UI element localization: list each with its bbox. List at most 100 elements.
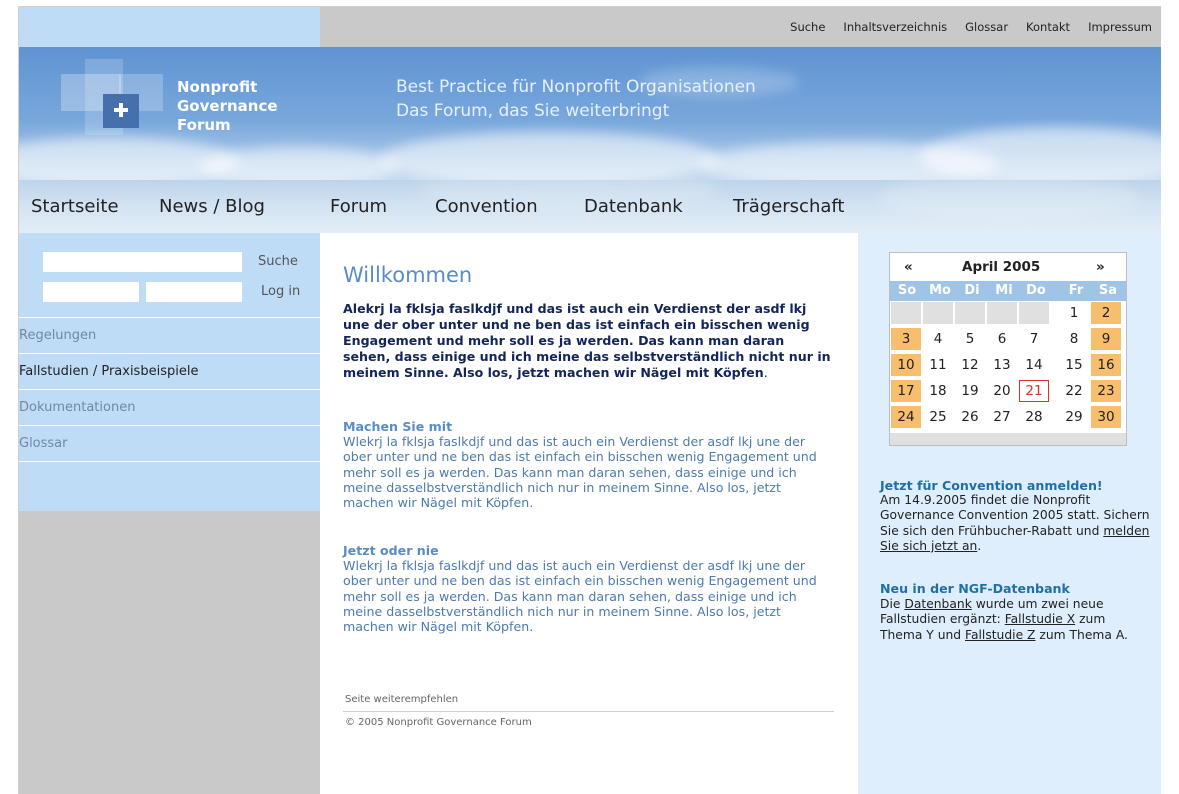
calendar-day[interactable]: 22	[1059, 380, 1089, 402]
weekday-label: Mo	[929, 283, 951, 298]
footer-divider	[343, 711, 834, 712]
sidebar-item-label: Fallstudien / Praxisbeispiele	[19, 364, 199, 379]
utility-link-kontakt[interactable]: Kontakt	[1026, 20, 1070, 34]
utility-nav: Suche Inhaltsverzeichnis Glossar Kontakt…	[320, 7, 1161, 47]
news-link[interactable]: Datenbank	[904, 597, 971, 611]
sidebar-item-fallstudien[interactable]: Fallstudien / Praxisbeispiele	[19, 353, 320, 390]
sidebar-item-dokumentationen[interactable]: Dokumentationen	[19, 389, 320, 426]
nav-item-convention[interactable]: Convention	[435, 196, 538, 217]
calendar-day[interactable]: 15	[1059, 354, 1089, 376]
username-field[interactable]	[43, 282, 139, 302]
calendar-day[interactable]: 19	[955, 380, 985, 402]
nav-item-news-blog[interactable]: News / Blog	[159, 196, 265, 217]
calendar-day[interactable]: 11	[923, 354, 953, 376]
page-frame: Suche Inhaltsverzeichnis Glossar Kontakt…	[18, 6, 1161, 794]
calendar: « April 2005 » So Mo Di Mi Do Fr Sa 1234…	[889, 252, 1127, 446]
calendar-day[interactable]: 5	[955, 328, 985, 350]
news-link[interactable]: Fallstudie X	[1005, 612, 1075, 626]
sidebar: Suche Log in Regelungen Fallstudien / Pr…	[19, 233, 320, 794]
calendar-day[interactable]: 20	[987, 380, 1017, 402]
sidebar-item-regelungen[interactable]: Regelungen	[19, 317, 320, 354]
utility-link-suche[interactable]: Suche	[790, 20, 825, 34]
news-text-part: zum Thema A.	[1035, 627, 1128, 642]
calendar-day[interactable]: 9	[1091, 328, 1121, 350]
calendar-header: « April 2005 »	[890, 253, 1126, 281]
section-heading-machen-sie-mit: Machen Sie mit	[343, 419, 453, 434]
calendar-day[interactable]: 16	[1091, 354, 1121, 376]
news-heading-datenbank[interactable]: Neu in der NGF-Datenbank	[880, 581, 1070, 596]
recommend-link[interactable]: Seite weiterempfehlen	[345, 694, 458, 705]
calendar-footer	[890, 433, 1126, 445]
calendar-day[interactable]: 13	[987, 354, 1017, 376]
calendar-empty-cell	[955, 302, 985, 324]
nav-item-datenbank[interactable]: Datenbank	[584, 196, 683, 217]
news-text-convention: Am 14.9.2005 findet die Nonprofit Govern…	[880, 493, 1150, 554]
calendar-weekday-row: So Mo Di Mi Do Fr Sa	[890, 281, 1126, 301]
logo-text: Nonprofit Governance Forum	[177, 78, 278, 135]
logo-line-1: Nonprofit	[177, 78, 258, 96]
nav-item-startseite[interactable]: Startseite	[31, 196, 119, 217]
sidebar-item-glossar[interactable]: Glossar	[19, 425, 320, 462]
page-title: Willkommen	[343, 263, 473, 287]
search-input[interactable]	[43, 252, 242, 272]
calendar-day[interactable]: 4	[923, 328, 953, 350]
calendar-empty-cell	[891, 302, 921, 324]
calendar-day[interactable]: 12	[955, 354, 985, 376]
calendar-day[interactable]: 3	[891, 328, 921, 350]
nav-item-forum[interactable]: Forum	[330, 196, 387, 217]
sidebar-item-label: Regelungen	[19, 328, 97, 343]
nav-item-traegerschaft[interactable]: Trägerschaft	[733, 196, 844, 217]
calendar-day[interactable]: 8	[1059, 328, 1089, 350]
news-link[interactable]: Fallstudie Z	[965, 628, 1035, 642]
calendar-day[interactable]: 14	[1019, 354, 1049, 376]
calendar-day[interactable]: 28	[1019, 406, 1049, 428]
password-field[interactable]	[146, 282, 242, 302]
calendar-next-button[interactable]: »	[1096, 259, 1105, 275]
copyright: © 2005 Nonprofit Governance Forum	[345, 717, 532, 728]
news-heading-convention[interactable]: Jetzt für Convention anmelden!	[880, 478, 1103, 493]
section-text-machen-sie-mit: Wlekrj la fklsja faslkdjf und das ist au…	[343, 434, 817, 511]
calendar-day[interactable]: 2	[1091, 302, 1121, 324]
calendar-day[interactable]: 25	[923, 406, 953, 428]
sidebar-item-label: Dokumentationen	[19, 400, 136, 415]
search-label[interactable]: Suche	[258, 254, 298, 269]
sidebar-item-label: Glossar	[19, 436, 68, 451]
logo-line-3: Forum	[177, 116, 231, 134]
calendar-day[interactable]: 10	[891, 354, 921, 376]
utility-link-glossar[interactable]: Glossar	[965, 20, 1008, 34]
main-nav: Startseite News / Blog Forum Convention …	[19, 180, 1161, 233]
utility-link-inhaltsverzeichnis[interactable]: Inhaltsverzeichnis	[843, 20, 947, 34]
tagline: Best Practice für Nonprofit Organisation…	[396, 75, 756, 123]
calendar-day[interactable]: 27	[987, 406, 1017, 428]
section-text-jetzt-oder-nie: Wlekrj la fklsja faslkdjf und das ist au…	[343, 558, 817, 635]
logo-line-2: Governance	[177, 97, 278, 115]
calendar-day[interactable]: 30	[1091, 406, 1121, 428]
calendar-day[interactable]: 26	[955, 406, 985, 428]
news-text-part: .	[977, 538, 982, 553]
sidebar-panel: Suche Log in Regelungen Fallstudien / Pr…	[19, 233, 320, 511]
utility-link-impressum[interactable]: Impressum	[1088, 20, 1152, 34]
login-label[interactable]: Log in	[261, 284, 300, 299]
utility-links: Suche Inhaltsverzeichnis Glossar Kontakt…	[781, 20, 1161, 34]
tagline-line-2: Das Forum, das Sie weiterbringt	[396, 101, 670, 121]
weekday-label: So	[897, 283, 917, 298]
calendar-day[interactable]: 29	[1059, 406, 1089, 428]
calendar-day[interactable]: 18	[923, 380, 953, 402]
calendar-prev-button[interactable]: «	[904, 259, 913, 275]
header-banner: Nonprofit Governance Forum Best Practice…	[19, 47, 1161, 180]
section-heading-jetzt-oder-nie: Jetzt oder nie	[343, 543, 439, 558]
calendar-day[interactable]: 6	[987, 328, 1017, 350]
weekday-label: Fr	[1068, 283, 1084, 298]
calendar-day[interactable]: 21	[1019, 380, 1049, 402]
calendar-day[interactable]: 1	[1059, 302, 1089, 324]
weekday-label: Do	[1026, 283, 1046, 298]
news-text-datenbank: Die Datenbank wurde um zwei neue Fallstu…	[880, 597, 1150, 643]
calendar-month-title: April 2005	[962, 259, 1041, 275]
calendar-day[interactable]: 17	[891, 380, 921, 402]
lead-text: Alekrj la fklsja faslkdjf und das ist au…	[343, 301, 831, 380]
calendar-day[interactable]: 23	[1091, 380, 1121, 402]
calendar-day[interactable]: 7	[1019, 328, 1049, 350]
calendar-day[interactable]: 24	[891, 406, 921, 428]
topnav-left-panel	[19, 7, 320, 47]
tagline-line-1: Best Practice für Nonprofit Organisation…	[396, 77, 756, 97]
